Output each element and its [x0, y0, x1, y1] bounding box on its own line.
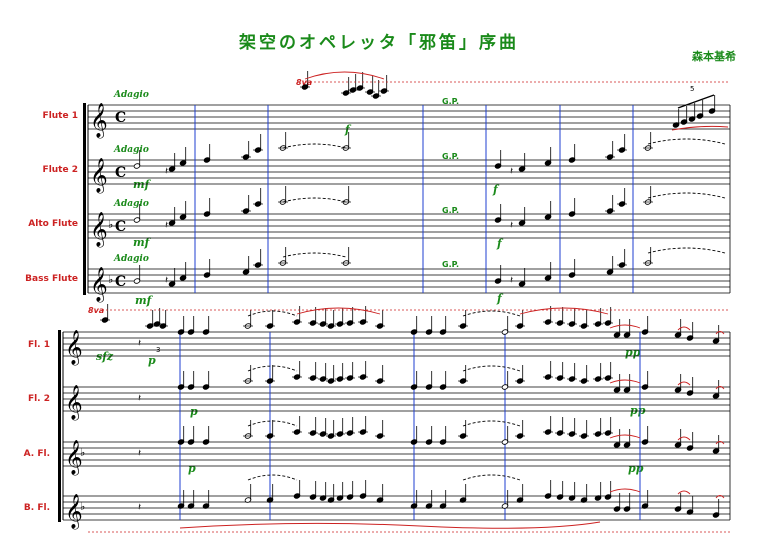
slur	[296, 307, 381, 315]
rest: 𝄽	[138, 338, 141, 349]
slur	[647, 138, 726, 145]
slur	[677, 490, 691, 495]
notes: 𝄽 𝄽 𝄽 𝄽 𝄽 𝄽 𝄽 𝄽 𝄽 𝄽	[100, 71, 720, 518]
slur	[462, 474, 521, 481]
rest: 𝄽	[510, 166, 513, 177]
rest: 𝄽	[510, 275, 513, 286]
system-bracket	[58, 330, 61, 522]
slur	[609, 324, 641, 329]
slur	[519, 307, 609, 315]
system-bracket	[83, 103, 86, 295]
hairpin	[671, 125, 729, 131]
time-signature: C	[115, 219, 126, 235]
decorations: 53	[88, 71, 730, 533]
slur	[282, 197, 347, 203]
hairpin	[179, 521, 601, 529]
slur	[677, 326, 691, 331]
rest: 𝄽	[165, 166, 168, 177]
flat-key-signature: ♭	[108, 273, 113, 286]
flat-key-signature: ♭	[80, 446, 85, 459]
treble-clef: 𝄞	[90, 103, 108, 139]
slur	[462, 310, 521, 317]
slur	[647, 247, 726, 254]
time-signature: C	[115, 274, 126, 290]
slur	[462, 365, 521, 372]
beam	[677, 94, 715, 109]
slur	[609, 488, 641, 493]
treble-clef: 𝄞	[65, 385, 83, 421]
staff-lines	[63, 104, 730, 521]
flat-key-signature: ♭	[80, 500, 85, 513]
flat-key-signature: ♭	[108, 218, 113, 231]
time-signature: C	[115, 110, 126, 126]
treble-clef: 𝄞	[90, 212, 108, 248]
rest: 𝄽	[138, 393, 141, 404]
treble-clef: 𝄞	[65, 330, 83, 366]
rest: 𝄽	[165, 275, 168, 286]
triplet-number: 3	[156, 346, 160, 354]
slur	[282, 143, 347, 149]
slur	[247, 474, 298, 481]
rest: 𝄽	[510, 220, 513, 231]
slur	[462, 420, 521, 427]
tuplet-number: 5	[690, 85, 694, 93]
time-signature: C	[115, 165, 126, 181]
slur	[677, 381, 691, 386]
slur	[609, 434, 641, 439]
slur	[304, 71, 385, 80]
rest: 𝄽	[138, 448, 141, 459]
slur	[609, 379, 641, 384]
score-canvas: 𝄞𝄞𝄞𝄞𝄞𝄞𝄞𝄞CC♭ C♭ C♭♭ 𝄽 𝄽𝄽 𝄽𝄽 𝄽𝄽𝄽𝄽𝄽 53	[58, 71, 731, 533]
treble-clef: 𝄞	[90, 158, 108, 194]
slur	[647, 192, 726, 199]
slur	[282, 252, 347, 258]
treble-clef: 𝄞	[90, 267, 108, 303]
slur	[677, 436, 691, 441]
rest: 𝄽	[138, 502, 141, 513]
rest: 𝄽	[165, 220, 168, 231]
